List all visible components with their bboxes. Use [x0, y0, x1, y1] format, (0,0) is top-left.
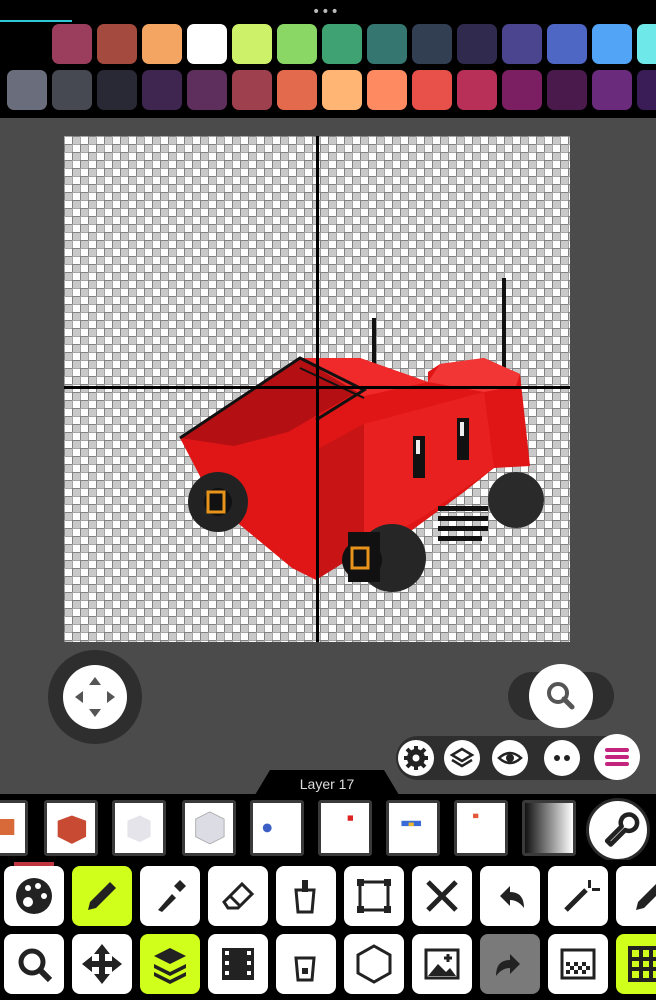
layer-thumbnail[interactable]: [182, 800, 236, 856]
pixel-editor: ••• Layer 17: [0, 0, 656, 1000]
move-icon[interactable]: [72, 934, 132, 994]
color-swatch[interactable]: [412, 24, 452, 64]
color-swatch[interactable]: [232, 24, 272, 64]
tools-icon[interactable]: [412, 866, 472, 926]
color-swatch[interactable]: [7, 24, 47, 64]
layer-thumbnail[interactable]: [250, 800, 304, 856]
layers-stack-icon[interactable]: [444, 740, 480, 776]
color-swatch[interactable]: [187, 70, 227, 110]
selected-color-indicator: [0, 20, 72, 22]
horizontal-guide-line: [64, 386, 570, 389]
layer-thumbnail[interactable]: [112, 800, 166, 856]
color-swatch[interactable]: [637, 24, 656, 64]
color-swatch[interactable]: [142, 24, 182, 64]
color-swatch[interactable]: [592, 24, 632, 64]
select-rect-icon[interactable]: [344, 866, 404, 926]
color-swatch[interactable]: [277, 70, 317, 110]
palette-icon[interactable]: [4, 866, 64, 926]
wrench-icon[interactable]: [586, 798, 650, 862]
fill-icon[interactable]: [276, 934, 336, 994]
color-swatch[interactable]: [502, 70, 542, 110]
eye-icon[interactable]: [492, 740, 528, 776]
color-swatch[interactable]: [187, 24, 227, 64]
magic-wand-icon[interactable]: [548, 866, 608, 926]
color-swatch[interactable]: [232, 70, 272, 110]
hexagon-icon[interactable]: [344, 934, 404, 994]
zoom-icon[interactable]: [529, 664, 593, 728]
move-arrows-icon[interactable]: [63, 665, 127, 729]
color-swatch[interactable]: [322, 24, 362, 64]
color-swatch[interactable]: [502, 24, 542, 64]
layer-thumbnail[interactable]: [0, 800, 28, 856]
drag-handle-icon[interactable]: •••: [312, 4, 340, 20]
move-joystick[interactable]: [48, 650, 142, 744]
layers-icon[interactable]: [140, 934, 200, 994]
fill-bucket-icon[interactable]: [276, 866, 336, 926]
checker-icon[interactable]: [548, 934, 608, 994]
menu-icon[interactable]: [594, 734, 640, 780]
film-icon[interactable]: [208, 934, 268, 994]
color-swatch[interactable]: [52, 24, 92, 64]
color-swatch[interactable]: [412, 70, 452, 110]
color-swatch[interactable]: [7, 70, 47, 110]
zoom-icon[interactable]: [4, 934, 64, 994]
vertical-guide-line: [316, 136, 319, 642]
layer-thumbnail[interactable]: [454, 800, 508, 856]
add-image-icon[interactable]: [412, 934, 472, 994]
color-swatch[interactable]: [367, 24, 407, 64]
color-swatch[interactable]: [547, 24, 587, 64]
pen-icon[interactable]: [616, 866, 656, 926]
more-icon[interactable]: [544, 740, 580, 776]
pencil-icon[interactable]: [72, 866, 132, 926]
gear-icon[interactable]: [398, 740, 434, 776]
color-swatch[interactable]: [97, 24, 137, 64]
layer-thumbnail[interactable]: [522, 800, 576, 856]
color-swatch[interactable]: [367, 70, 407, 110]
color-swatch[interactable]: [592, 70, 632, 110]
color-swatch[interactable]: [97, 70, 137, 110]
undo-icon[interactable]: [480, 866, 540, 926]
color-swatch[interactable]: [322, 70, 362, 110]
layer-thumbnail[interactable]: [318, 800, 372, 856]
color-swatch[interactable]: [277, 24, 317, 64]
redo-icon[interactable]: [480, 934, 540, 994]
color-swatch[interactable]: [142, 70, 182, 110]
eraser-icon[interactable]: [208, 866, 268, 926]
layer-thumbnail[interactable]: [44, 800, 98, 856]
color-swatch[interactable]: [457, 24, 497, 64]
layer-name[interactable]: Layer 17: [252, 776, 402, 792]
layer-thumbnail[interactable]: [386, 800, 440, 856]
drawing-canvas[interactable]: [64, 136, 570, 642]
color-palette: •••: [0, 0, 656, 118]
color-swatch[interactable]: [637, 70, 656, 110]
color-swatch[interactable]: [457, 70, 497, 110]
color-swatch[interactable]: [547, 70, 587, 110]
grid-icon[interactable]: [616, 934, 656, 994]
eyedropper-icon[interactable]: [140, 866, 200, 926]
color-swatch[interactable]: [52, 70, 92, 110]
